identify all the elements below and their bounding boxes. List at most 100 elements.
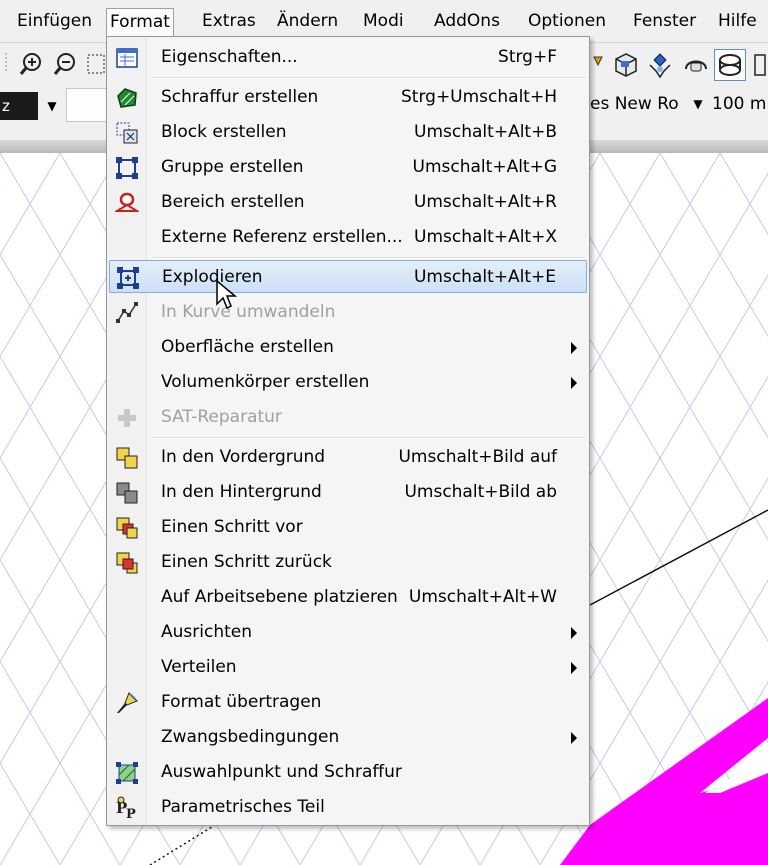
menu-item-explodieren[interactable]: Explodieren Umschalt+Alt+E: [109, 260, 587, 293]
menu-item-eigenschaften[interactable]: Eigenschaften... Strg+F: [109, 41, 587, 74]
select-arrow-icon[interactable]: [592, 55, 604, 81]
selection-point-hatch-icon: [115, 761, 139, 785]
menu-item-label: In den Vordergrund: [161, 447, 326, 467]
menu-item-externe-referenz[interactable]: Externe Referenz erstellen... Umschalt+A…: [109, 221, 587, 254]
svg-text:P: P: [126, 807, 136, 820]
menu-item-shortcut: Umschalt+Alt+R: [413, 192, 557, 212]
font-size-combo[interactable]: 100 m: [712, 93, 768, 115]
submenu-arrow-icon: [571, 662, 577, 674]
menu-item-label: Parametrisches Teil: [161, 797, 325, 817]
menu-item-label: Verteilen: [161, 657, 237, 677]
menu-aendern[interactable]: Ändern: [274, 8, 341, 36]
mouse-cursor-icon: [216, 279, 238, 316]
menu-item-label: Auf Arbeitsebene platzieren: [161, 587, 398, 607]
menu-item-label: Einen Schritt zurück: [161, 552, 332, 572]
menu-item-label: SAT-Reparatur: [161, 407, 282, 427]
menu-item-label: Einen Schritt vor: [161, 517, 303, 537]
menu-item-label: In Kurve umwandeln: [161, 302, 336, 322]
walk-icon[interactable]: [682, 51, 710, 83]
menu-item-label: Bereich erstellen: [161, 192, 305, 212]
menu-item-in-kurve-umwandeln[interactable]: In Kurve umwandeln: [109, 296, 587, 329]
menu-item-schraffur-erstellen[interactable]: Schraffur erstellen Strg+Umschalt+H: [109, 81, 587, 114]
menu-item-shortcut: Umschalt+Alt+G: [412, 157, 557, 177]
menu-fenster[interactable]: Fenster: [630, 8, 699, 36]
curve-icon: [115, 301, 139, 325]
menu-item-format-uebertragen[interactable]: Format übertragen: [109, 686, 587, 719]
menu-item-shortcut: Strg+Umschalt+H: [401, 87, 557, 107]
bring-forward-icon: [115, 516, 139, 540]
menu-separator: [153, 437, 585, 439]
box-3d-icon[interactable]: [612, 51, 640, 83]
submenu-arrow-icon: [571, 732, 577, 744]
grid-line: [0, 660, 121, 865]
menu-item-einen-schritt-vor[interactable]: Einen Schritt vor: [109, 511, 587, 544]
region-icon: [113, 191, 141, 215]
menu-item-label: Schraffur erstellen: [161, 87, 319, 107]
send-to-back-icon: [115, 481, 139, 505]
menu-item-shortcut: Umschalt+Bild ab: [404, 482, 557, 502]
chevron-down-icon[interactable]: ▼: [42, 96, 62, 116]
format-menu: Eigenschaften... Strg+F Schraffur erstel…: [106, 36, 590, 826]
menu-item-auswahlpunkt-und-schraffur[interactable]: Auswahlpunkt und Schraffur: [109, 756, 587, 789]
menu-item-zwangsbedingungen[interactable]: Zwangsbedingungen: [109, 721, 587, 754]
render-icon[interactable]: [714, 49, 746, 81]
menu-item-ausrichten[interactable]: Ausrichten: [109, 616, 587, 649]
menu-item-label: Oberfläche erstellen: [161, 337, 334, 357]
menu-item-label: Ausrichten: [161, 622, 252, 642]
zoom-in-icon[interactable]: [18, 51, 44, 81]
menu-item-label: Format übertragen: [161, 692, 322, 712]
layer-combo[interactable]: z: [0, 92, 38, 120]
sat-repair-icon: [115, 406, 139, 430]
menu-item-shortcut: Umschalt+Alt+X: [414, 227, 557, 247]
submenu-arrow-icon: [571, 342, 577, 354]
menu-item-gruppe-erstellen[interactable]: Gruppe erstellen Umschalt+Alt+G: [109, 151, 587, 184]
menu-item-volumenkoerper-erstellen[interactable]: Volumenkörper erstellen: [109, 366, 587, 399]
menu-item-einen-schritt-zurueck[interactable]: Einen Schritt zurück: [109, 546, 587, 579]
grip-icon: [4, 51, 10, 79]
zoom-out-icon[interactable]: [52, 51, 78, 81]
grid-line: [0, 153, 121, 358]
zoom-window-icon[interactable]: [86, 51, 106, 81]
menu-item-block-erstellen[interactable]: Block erstellen Umschalt+Alt+B: [109, 116, 587, 149]
menu-item-shortcut: Umschalt+Alt+B: [414, 122, 557, 142]
hatch-icon: [115, 86, 139, 110]
menu-item-auf-arbeitsebene-platzieren[interactable]: Auf Arbeitsebene platzieren Umschalt+Alt…: [109, 581, 587, 614]
menu-optionen[interactable]: Optionen: [525, 8, 609, 36]
chevron-down-icon[interactable]: ▼: [688, 93, 708, 115]
group-icon: [115, 156, 139, 180]
menu-addons[interactable]: AddOns: [431, 8, 503, 36]
menu-modi[interactable]: Modi: [360, 8, 407, 36]
parametric-part-icon: PP: [115, 796, 139, 822]
menu-item-in-den-hintergrund[interactable]: In den Hintergrund Umschalt+Bild ab: [109, 476, 587, 509]
menu-item-label: Auswahlpunkt und Schraffur: [161, 762, 402, 782]
magenta-shape: [560, 698, 768, 865]
menu-item-label: In den Hintergrund: [161, 482, 322, 502]
menu-item-verteilen[interactable]: Verteilen: [109, 651, 587, 684]
menu-item-bereich-erstellen[interactable]: Bereich erstellen Umschalt+Alt+R: [109, 186, 587, 219]
menu-separator: [153, 77, 585, 79]
bring-to-front-icon: [115, 446, 139, 470]
block-icon: [115, 121, 139, 145]
menu-item-sat-reparatur[interactable]: SAT-Reparatur: [109, 401, 587, 434]
menu-item-parametrisches-teil[interactable]: PP Parametrisches Teil: [109, 791, 587, 824]
explode-icon: [116, 266, 140, 290]
menu-item-label: Eigenschaften...: [161, 47, 298, 67]
menu-item-label: Gruppe erstellen: [161, 157, 304, 177]
submenu-arrow-icon: [571, 377, 577, 389]
menu-item-label: Block erstellen: [161, 122, 287, 142]
menu-item-label: Zwangsbedingungen: [161, 727, 340, 747]
toolbar-extra-icon[interactable]: [754, 53, 768, 81]
style-combo[interactable]: [66, 88, 110, 122]
menu-item-shortcut: Umschalt+Alt+E: [413, 267, 556, 287]
menu-separator: [153, 257, 585, 259]
menu-item-oberflaeche-erstellen[interactable]: Oberfläche erstellen: [109, 331, 587, 364]
menu-format[interactable]: Format: [106, 8, 174, 36]
orbit-icon[interactable]: [646, 51, 674, 83]
drawing-line: [589, 509, 768, 606]
submenu-arrow-icon: [571, 627, 577, 639]
menu-einfuegen[interactable]: Einfügen: [14, 8, 95, 36]
menu-item-in-den-vordergrund[interactable]: In den Vordergrund Umschalt+Bild auf: [109, 441, 587, 474]
format-painter-icon: [115, 691, 139, 715]
menu-hilfe[interactable]: Hilfe: [715, 8, 760, 36]
menu-extras[interactable]: Extras: [199, 8, 259, 36]
